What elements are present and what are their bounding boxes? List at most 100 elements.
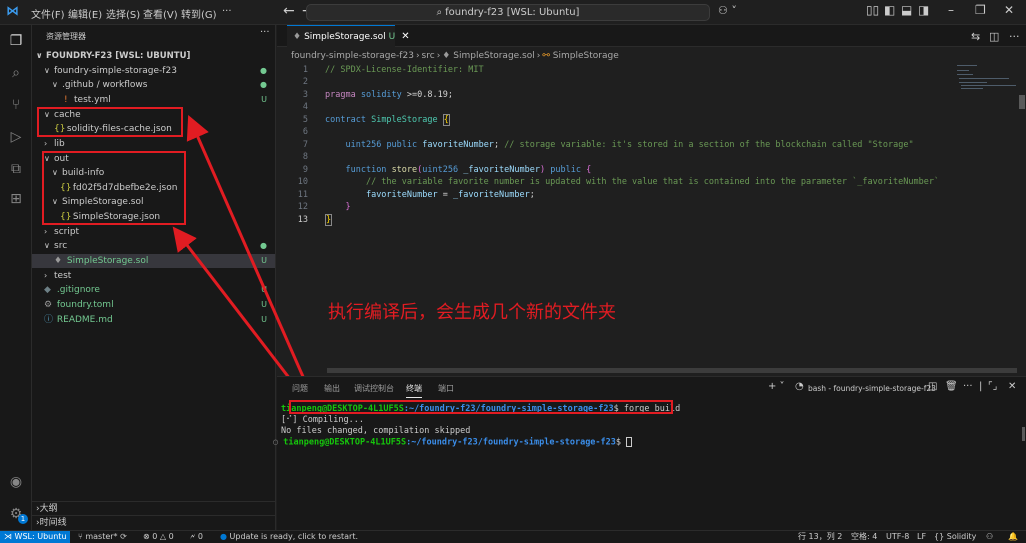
tree-file-foundry-toml[interactable]: ⚙ foundry.toml U bbox=[32, 298, 275, 312]
code-line[interactable]: 8 bbox=[277, 151, 977, 163]
code-line[interactable]: 5 contract SimpleStorage { bbox=[277, 114, 977, 126]
indentation[interactable]: 空格: 4 bbox=[851, 531, 877, 543]
close-panel-icon[interactable]: ✕ bbox=[1008, 381, 1016, 392]
search-icon[interactable]: ⌕ bbox=[8, 65, 24, 81]
tree-folder-test[interactable]: › test bbox=[32, 269, 275, 283]
tree-folder-script[interactable]: › script bbox=[32, 225, 275, 239]
encoding[interactable]: UTF-8 bbox=[886, 531, 909, 543]
menu-go[interactable]: 转到(G) bbox=[181, 6, 217, 21]
maximize-panel-icon[interactable]: ⌜⌟ bbox=[988, 381, 997, 392]
source-control-icon[interactable]: ⑂ bbox=[8, 97, 24, 113]
panel-more-icon[interactable]: ··· bbox=[963, 381, 973, 392]
remote-indicator[interactable]: ⋊ WSL: Ubuntu bbox=[0, 531, 70, 543]
notifications-bell-icon[interactable]: 🔔 bbox=[1008, 531, 1018, 543]
accounts-icon[interactable]: ◉ bbox=[8, 474, 24, 490]
tab-problems[interactable]: 问题 bbox=[292, 383, 308, 394]
contract-symbol-icon: ⚯ bbox=[542, 51, 550, 61]
menu-edit[interactable]: 编辑(E) bbox=[68, 6, 102, 21]
toggle-sidebar-icon[interactable]: ◧ bbox=[884, 3, 895, 17]
tree-file-readme[interactable]: ⓘ README.md U bbox=[32, 313, 275, 327]
terminal-scrollbar[interactable] bbox=[1022, 427, 1025, 441]
code-line[interactable]: 1// SPDX-License-Identifier: MIT bbox=[277, 64, 977, 76]
language-mode[interactable]: {} Solidity bbox=[934, 531, 976, 543]
tab-simplestorage-sol[interactable]: ♦ SimpleStorage.sol U ✕ bbox=[287, 25, 410, 47]
terminal-name[interactable]: bash - foundry-simple-storage-f23 bbox=[808, 384, 936, 393]
tree-folder-src[interactable]: ∨ src ● bbox=[32, 239, 275, 253]
kill-terminal-icon[interactable]: 🗑 bbox=[945, 381, 958, 392]
extensions-icon[interactable]: ⊞ bbox=[8, 191, 24, 207]
breadcrumb-file[interactable]: SimpleStorage.sol bbox=[453, 51, 535, 61]
code-line[interactable]: 9 function store(uint256 _favoriteNumber… bbox=[277, 164, 977, 176]
tab-debug-console[interactable]: 调试控制台 bbox=[354, 383, 394, 394]
close-window-icon[interactable]: ✕ bbox=[1004, 3, 1014, 17]
cursor-position[interactable]: 行 13，列 2 bbox=[798, 531, 842, 543]
tab-ports[interactable]: 端口 bbox=[438, 383, 454, 394]
code-line[interactable]: 3 pragma solidity >=0.8.19; bbox=[277, 89, 977, 101]
breadcrumb-folder-src[interactable]: src bbox=[422, 51, 435, 61]
settings-badge: 1 bbox=[18, 514, 28, 524]
customize-layout-icon[interactable]: ▯▯ bbox=[866, 3, 879, 17]
code-line[interactable]: 12 } bbox=[277, 201, 977, 213]
editor-more-icon[interactable]: ··· bbox=[1009, 30, 1020, 43]
terminal-line: No files changed, compilation skipped bbox=[281, 426, 471, 436]
back-arrow-icon[interactable]: ← bbox=[283, 3, 295, 19]
code-line[interactable]: 13} bbox=[277, 214, 977, 226]
menu-selection[interactable]: 选择(S) bbox=[106, 6, 140, 21]
git-file-icon: ◆ bbox=[44, 285, 51, 295]
branch-indicator[interactable]: ⑂ master* ⟳ bbox=[78, 531, 127, 543]
run-debug-icon[interactable]: ▷ bbox=[8, 129, 24, 145]
tab-terminal[interactable]: 终端 bbox=[406, 383, 422, 398]
search-icon: ⌕ bbox=[436, 7, 443, 18]
timeline-section[interactable]: ›时间线 bbox=[32, 515, 275, 529]
split-terminal-icon[interactable]: ◫ bbox=[928, 381, 937, 392]
update-notice[interactable]: ● Update is ready, click to restart. bbox=[220, 531, 358, 543]
open-changes-icon[interactable]: ⇆ bbox=[971, 30, 980, 43]
chevron-down-icon: ∨ bbox=[52, 80, 58, 89]
menu-more[interactable]: ··· bbox=[222, 6, 232, 17]
gear-file-icon: ⚙ bbox=[44, 300, 53, 310]
tree-folder-github[interactable]: ∨ .github / workflows ● bbox=[32, 78, 275, 92]
chevron-down-icon: ∨ bbox=[44, 66, 50, 75]
editor-horizontal-scrollbar[interactable] bbox=[327, 368, 1017, 373]
code-line[interactable]: 2 bbox=[277, 76, 977, 88]
tree-file-test-yml[interactable]: ! test.yml U bbox=[32, 93, 275, 107]
explorer-icon[interactable]: ❐ bbox=[8, 33, 24, 49]
minimize-icon[interactable]: – bbox=[948, 3, 954, 17]
code-line[interactable]: 7 uint256 public favoriteNumber; // stor… bbox=[277, 139, 977, 151]
copilot-icon[interactable]: ⚇ ˅ bbox=[718, 4, 737, 21]
end-of-line[interactable]: LF bbox=[917, 531, 926, 543]
toggle-panel-icon[interactable]: ⬓ bbox=[901, 3, 912, 17]
tree-file-src-simplestorage-sol[interactable]: ♦ SimpleStorage.sol U bbox=[32, 254, 275, 268]
minimap[interactable] bbox=[957, 61, 1017, 91]
explorer-more-button[interactable]: ··· bbox=[260, 27, 270, 38]
tree-folder-project[interactable]: ∨ foundry-simple-storage-f23 ● bbox=[32, 64, 275, 78]
split-editor-icon[interactable]: ◫ bbox=[989, 30, 999, 43]
copilot-status-icon[interactable]: ⚇ bbox=[986, 531, 993, 543]
code-line[interactable]: 6 bbox=[277, 126, 977, 138]
toggle-secondary-sidebar-icon[interactable]: ◨ bbox=[918, 3, 929, 17]
tab-output[interactable]: 输出 bbox=[324, 383, 340, 394]
command-center-search[interactable]: ⌕ foundry-f23 [WSL: Ubuntu] bbox=[306, 4, 710, 21]
terminal-line: [⠊] Compiling... bbox=[281, 415, 364, 425]
menu-view[interactable]: 查看(V) bbox=[143, 6, 178, 21]
tree-file-gitignore[interactable]: ◆ .gitignore U bbox=[32, 283, 275, 297]
sync-icon[interactable]: ⟳ bbox=[120, 532, 127, 541]
close-tab-icon[interactable]: ✕ bbox=[401, 31, 409, 42]
restore-icon[interactable]: ❐ bbox=[975, 3, 986, 17]
problems-indicator[interactable]: ⊗ 0 △ 0 bbox=[143, 531, 174, 543]
code-line[interactable]: 10 // the variable favorite number is up… bbox=[277, 176, 977, 188]
workspace-root[interactable]: ∨ FOUNDRY-F23 [WSL: UBUNTU] bbox=[32, 49, 275, 63]
menu-file[interactable]: 文件(F) bbox=[31, 6, 65, 21]
outline-section[interactable]: ›大纲 bbox=[32, 501, 275, 515]
code-line[interactable]: 11 favoriteNumber = _favoriteNumber; bbox=[277, 189, 977, 201]
breadcrumb-folder-project[interactable]: foundry-simple-storage-f23 bbox=[291, 51, 414, 61]
breadcrumb-symbol[interactable]: SimpleStorage bbox=[553, 51, 619, 61]
terminal-line[interactable]: ○ tianpeng@DESKTOP-4L1UF5S:~/foundry-f23… bbox=[273, 437, 633, 448]
tree-folder-lib[interactable]: › lib bbox=[32, 137, 275, 151]
remote-explorer-icon[interactable]: ⧉ bbox=[8, 161, 24, 177]
editor-vertical-scrollbar[interactable] bbox=[1019, 95, 1025, 109]
ports-indicator[interactable]: 🗲 0 bbox=[190, 531, 203, 543]
new-terminal-icon[interactable]: + ˅ bbox=[768, 381, 785, 392]
code-line[interactable]: 4 bbox=[277, 101, 977, 113]
modified-dot: ● bbox=[260, 241, 267, 250]
